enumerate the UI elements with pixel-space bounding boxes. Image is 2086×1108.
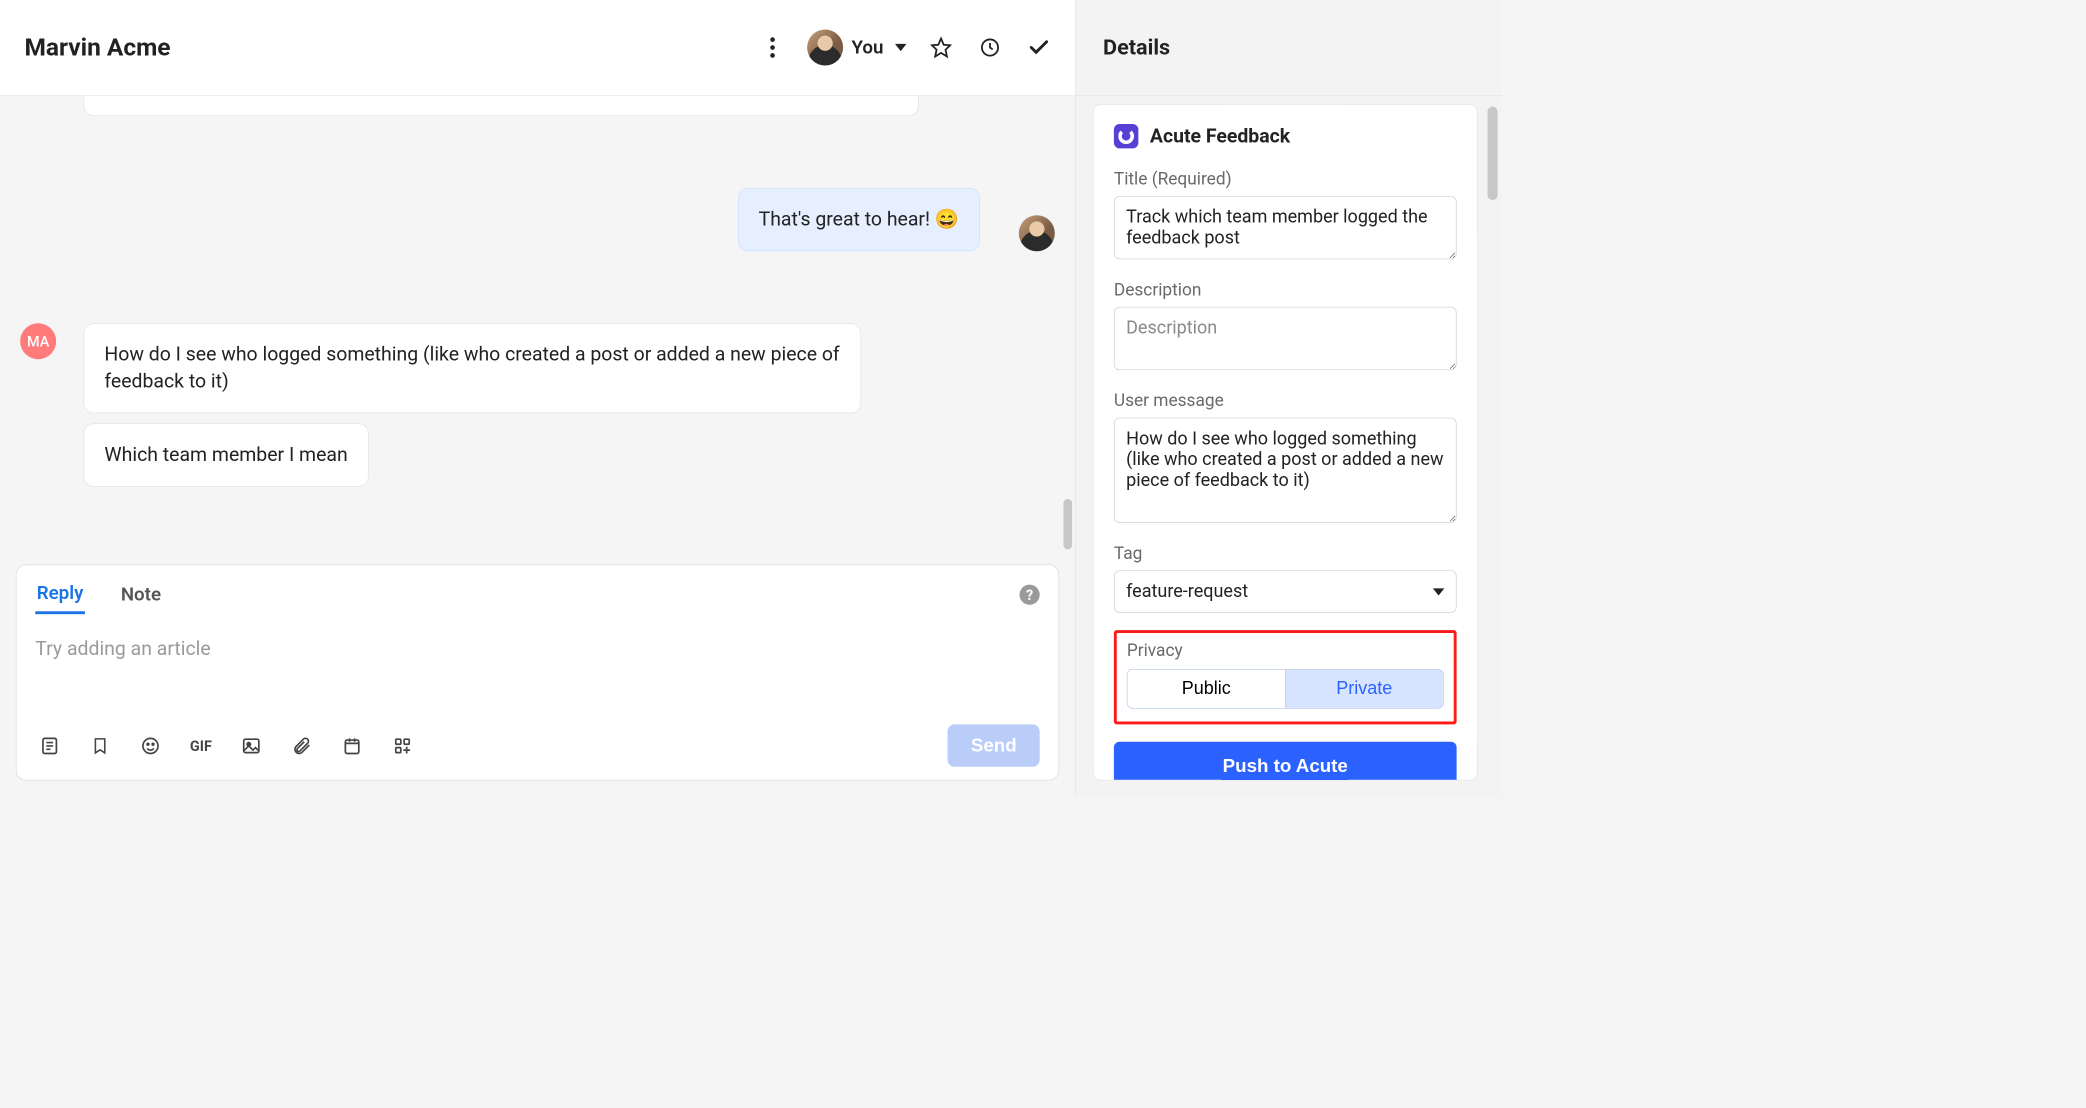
avatar [807,30,843,66]
composer-input[interactable]: Try adding an article [35,614,1039,724]
attachment-icon[interactable] [287,731,316,760]
avatar: MA [20,323,56,359]
user-message-label: User message [1114,390,1457,410]
tag-label: Tag [1114,543,1457,563]
apps-icon[interactable] [388,731,417,760]
panel-title: Acute Feedback [1150,125,1290,148]
send-button[interactable]: Send [948,724,1040,766]
composer: Reply Note ? Try adding an article [16,564,1059,780]
contact-name: Marvin Acme [24,33,757,62]
chevron-down-icon [1433,588,1445,595]
privacy-group-highlight: Privacy Public Private [1114,630,1457,724]
details-header: Details [1076,0,1502,96]
user-message-input[interactable] [1114,418,1457,523]
title-label: Title (Required) [1114,168,1457,188]
tag-value: feature-request [1126,581,1248,602]
chevron-down-icon [895,44,907,51]
insert-article-icon[interactable] [35,731,64,760]
scrollbar-thumb[interactable] [1063,499,1072,549]
privacy-private-button[interactable]: Private [1285,670,1443,708]
avatar-initials: MA [27,332,49,349]
message-bubble: Which team member I mean [84,423,369,486]
description-label: Description [1114,279,1457,299]
gif-icon[interactable]: GIF [186,731,215,760]
message-text: That's great to hear! 😄 [759,207,959,230]
image-icon[interactable] [237,731,266,760]
composer-placeholder: Try adding an article [35,637,210,660]
message-bubble: It avoids that this little window closes… [84,96,919,116]
more-icon[interactable] [758,33,787,62]
assignee-dropdown[interactable]: You [807,30,907,66]
star-icon[interactable] [927,33,956,62]
description-input[interactable] [1114,307,1457,370]
conversation-thread[interactable]: It avoids that this little window closes… [0,96,1075,553]
message-text: How do I see who logged something (like … [104,342,839,392]
acute-logo-icon [1114,124,1138,148]
close-conversation-icon[interactable] [1025,33,1054,62]
push-to-acute-button[interactable]: Push to Acute [1114,742,1457,781]
message-bubble: That's great to hear! 😄 [738,188,980,251]
acute-feedback-panel: Acute Feedback Title (Required) Descript… [1093,104,1477,780]
tab-note[interactable]: Note [119,577,162,613]
avatar [1019,215,1055,251]
calendar-icon[interactable] [338,731,367,760]
message-text: Which team member I mean [104,443,347,466]
assignee-label: You [851,37,883,59]
snooze-icon[interactable] [976,33,1005,62]
conversation-header: Marvin Acme You [0,0,1075,96]
privacy-public-button[interactable]: Public [1128,670,1285,708]
bookmark-icon[interactable] [86,731,115,760]
message-bubble: How do I see who logged something (like … [84,323,862,413]
help-icon[interactable]: ? [1020,585,1040,605]
privacy-segmented: Public Private [1127,669,1444,709]
title-input[interactable] [1114,196,1457,259]
emoji-icon[interactable] [136,731,165,760]
privacy-label: Privacy [1127,640,1444,660]
tab-reply[interactable]: Reply [35,575,85,614]
scrollbar-thumb[interactable] [1488,107,1498,201]
tag-select[interactable]: feature-request [1114,570,1457,612]
